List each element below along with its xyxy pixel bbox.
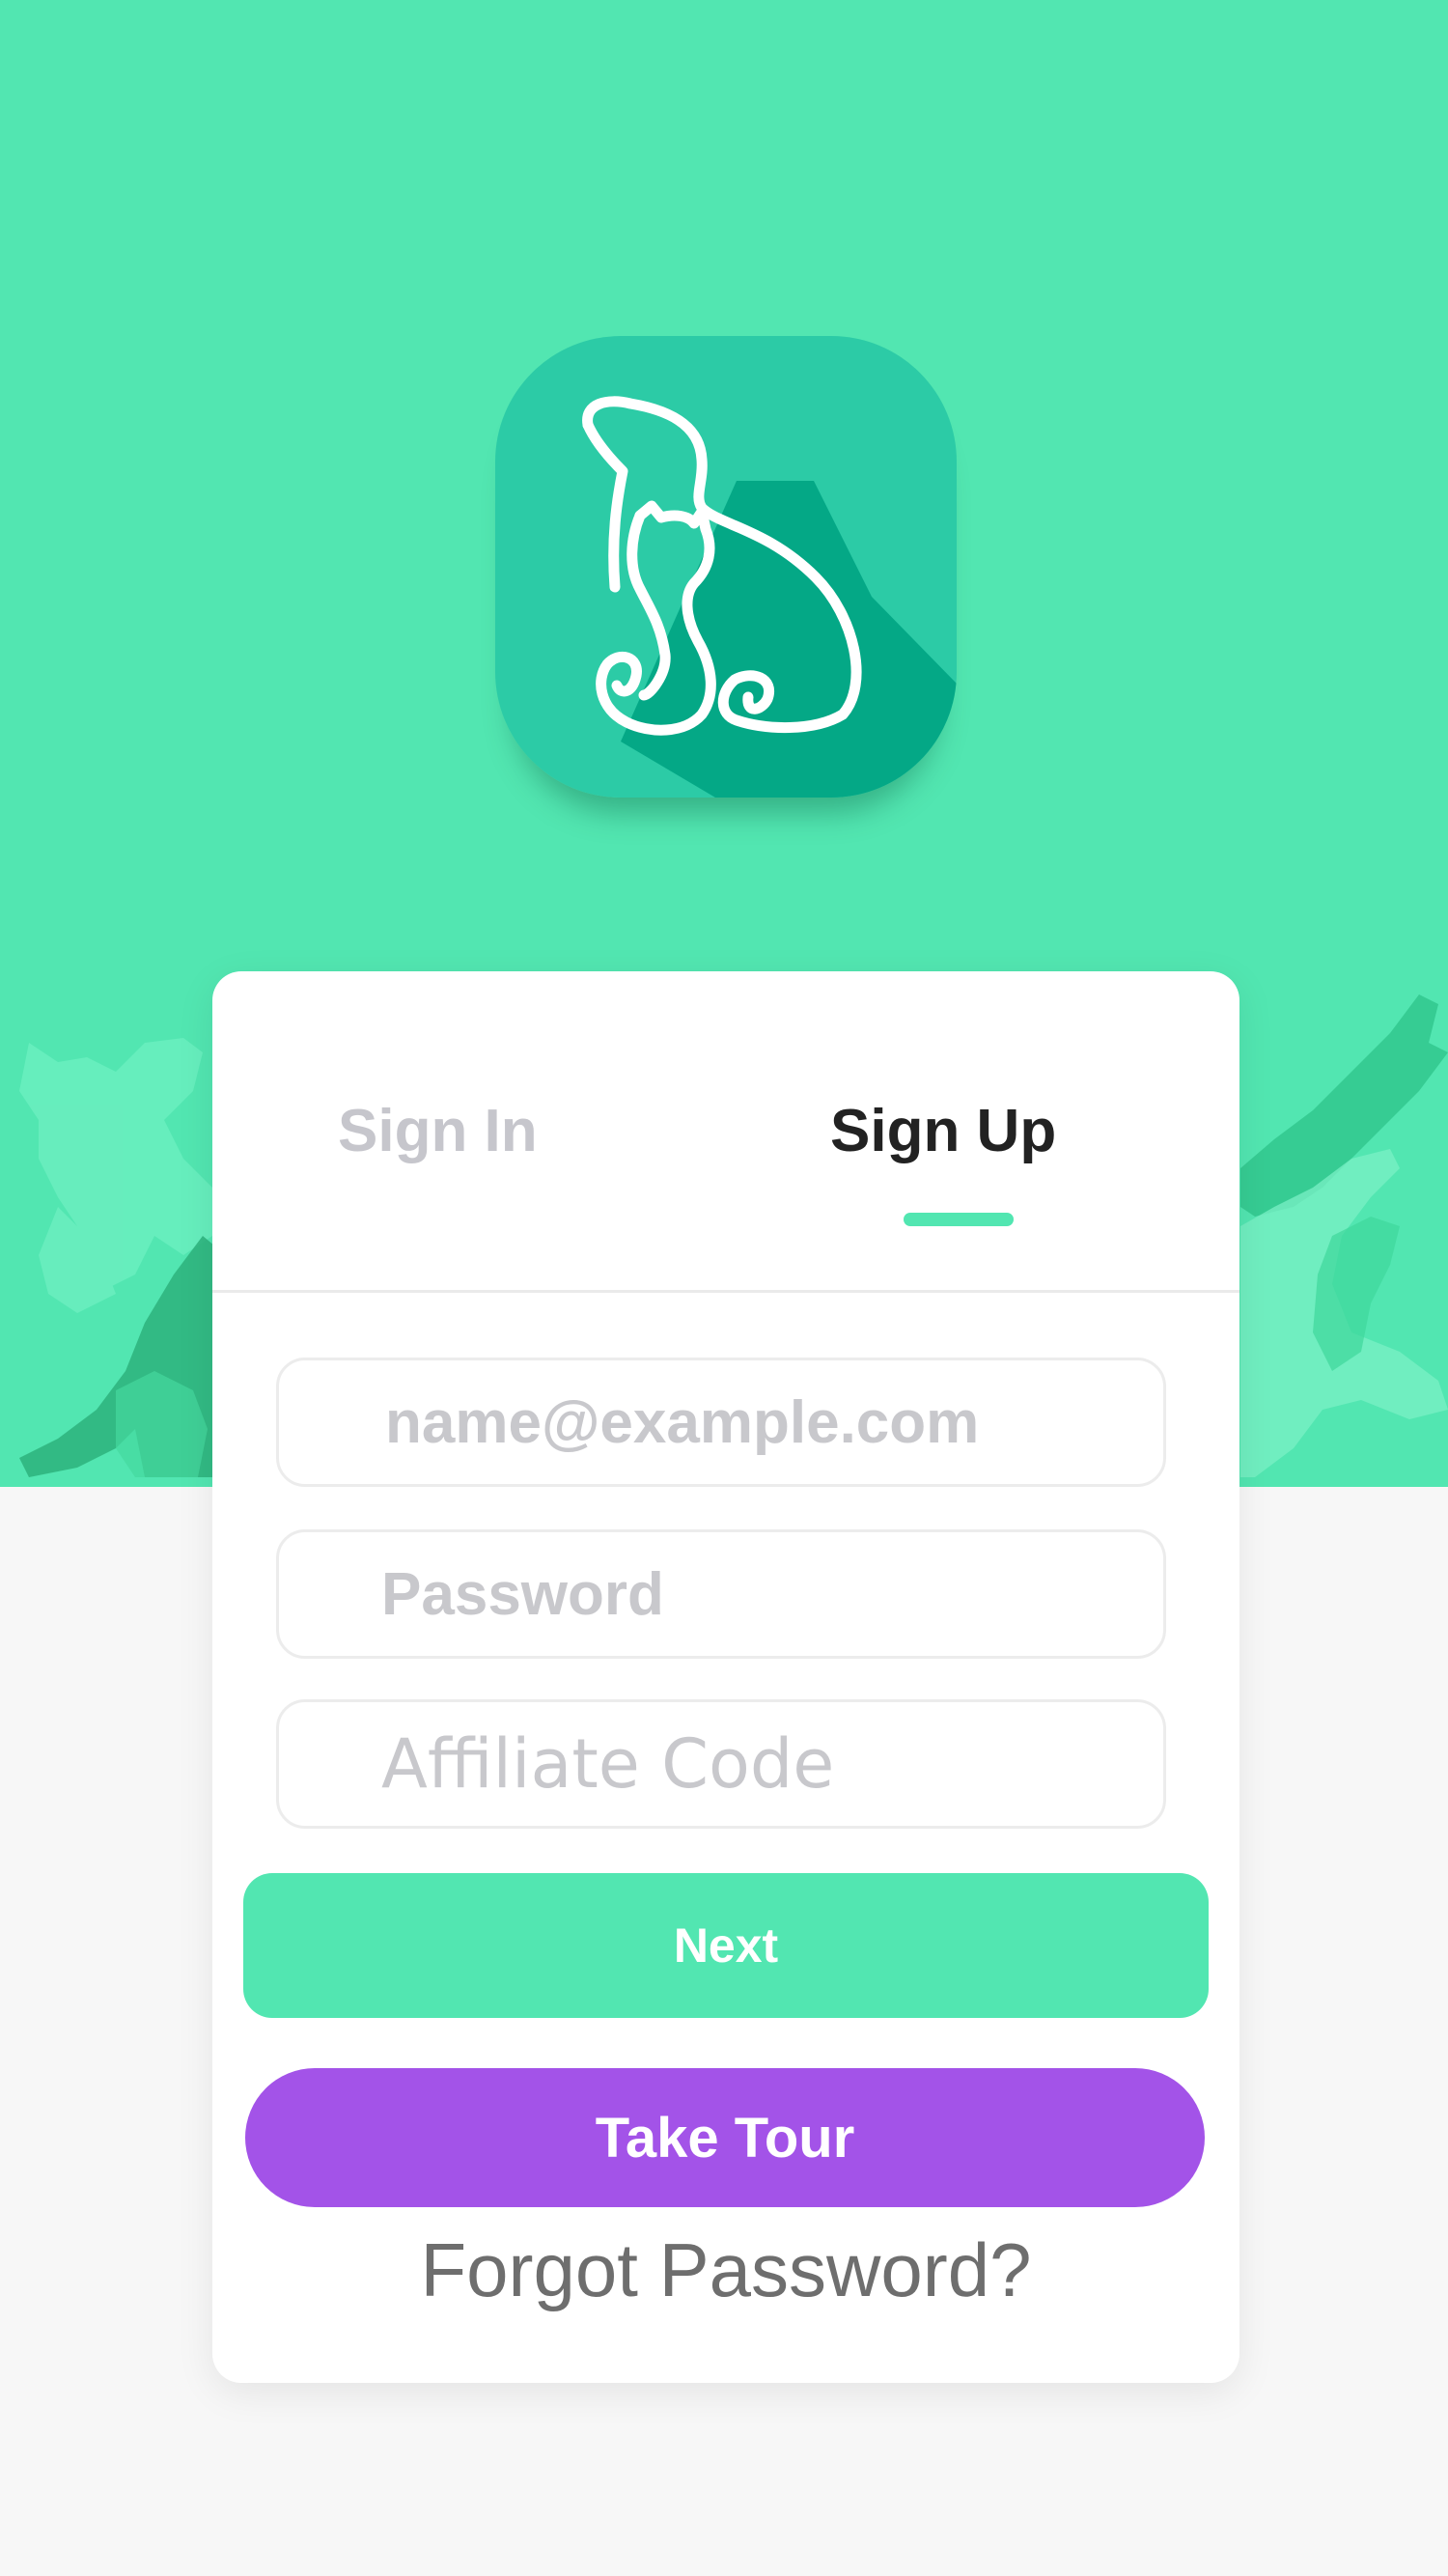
auth-card: Sign In Sign Up Next Take Tour Forgot Pa…	[212, 971, 1239, 2383]
tab-sign-up[interactable]: Sign Up	[830, 1097, 1056, 1165]
forgot-password-link[interactable]: Forgot Password?	[212, 2226, 1239, 2314]
affiliate-code-field-container	[276, 1699, 1166, 1829]
password-field-container	[276, 1529, 1166, 1659]
email-field-container	[276, 1358, 1166, 1487]
tab-sign-in[interactable]: Sign In	[338, 1097, 538, 1165]
affiliate-code-field[interactable]	[279, 1702, 1163, 1826]
take-tour-button[interactable]: Take Tour	[245, 2068, 1205, 2207]
dog-and-cat-logo-icon	[495, 336, 957, 798]
auth-tabs: Sign In Sign Up	[212, 971, 1239, 1293]
active-tab-indicator	[904, 1213, 1014, 1226]
email-field[interactable]	[279, 1360, 1163, 1484]
password-field[interactable]	[279, 1532, 1163, 1656]
signup-screen: Sign In Sign Up Next Take Tour Forgot Pa…	[0, 0, 1448, 2576]
next-button[interactable]: Next	[243, 1873, 1209, 2018]
app-logo	[495, 336, 957, 798]
